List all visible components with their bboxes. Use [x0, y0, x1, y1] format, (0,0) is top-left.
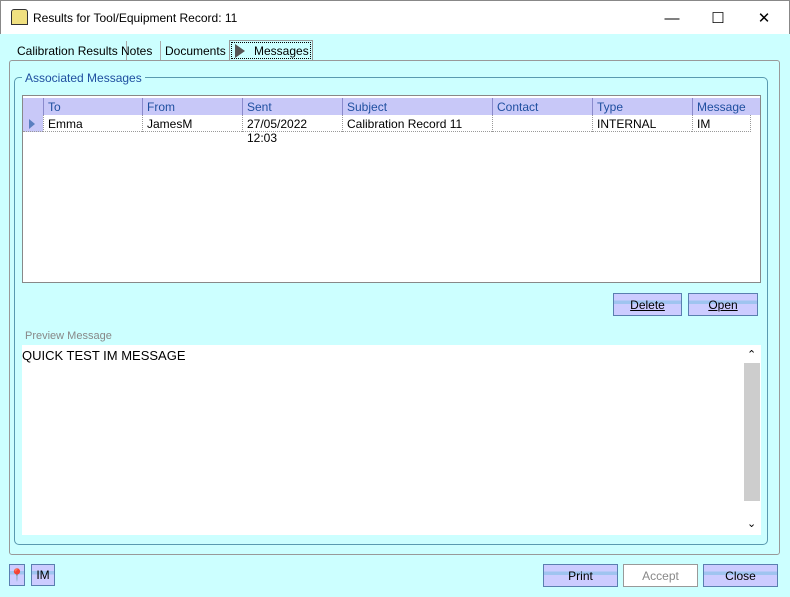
- table-cell-from[interactable]: JamesM: [142, 115, 242, 132]
- preview-message-label: Preview Message: [25, 330, 112, 342]
- scroll-down-icon[interactable]: ⌄: [747, 517, 756, 530]
- group-label: Associated Messages: [22, 71, 145, 85]
- pushpin-icon: 📍: [9, 568, 25, 582]
- column-header-subject[interactable]: Subject: [342, 98, 492, 115]
- accept-button[interactable]: Accept: [623, 564, 698, 587]
- tab-documents[interactable]: Documents: [157, 41, 235, 61]
- window-title: Results for Tool/Equipment Record: 11: [33, 11, 238, 25]
- close-button[interactable]: Close: [703, 564, 778, 587]
- tab-notes[interactable]: Notes: [113, 41, 162, 61]
- delete-button[interactable]: Delete: [613, 293, 682, 316]
- open-button[interactable]: Open: [688, 293, 758, 316]
- play-arrow-icon: [235, 44, 245, 58]
- app-icon: [11, 9, 28, 25]
- column-header-contact[interactable]: Contact: [492, 98, 592, 115]
- table-cell-type[interactable]: INTERNAL: [592, 115, 692, 132]
- table-cell-message[interactable]: IM: [692, 115, 751, 132]
- column-header-sent[interactable]: Sent: [242, 98, 342, 115]
- tab-calibration-results[interactable]: Calibration Results: [9, 41, 127, 61]
- maximize-button[interactable]: ☐: [695, 1, 741, 35]
- column-header-message[interactable]: Message: [692, 98, 760, 115]
- column-header-to[interactable]: To: [43, 98, 142, 115]
- print-button[interactable]: Print: [543, 564, 618, 587]
- row-header-corner: [23, 98, 43, 115]
- table-cell-to[interactable]: Emma: [43, 115, 142, 132]
- close-window-button[interactable]: ✕: [741, 1, 787, 35]
- scrollbar-thumb[interactable]: [744, 363, 760, 501]
- im-button[interactable]: IM: [31, 564, 55, 586]
- row-selector[interactable]: [23, 115, 43, 132]
- pin-button[interactable]: 📍: [9, 564, 25, 586]
- preview-message-textarea[interactable]: QUICK TEST IM MESSAGE ⌃ ⌄: [22, 345, 761, 535]
- scroll-up-icon[interactable]: ⌃: [747, 348, 756, 361]
- tab-messages[interactable]: Messages: [229, 40, 313, 61]
- column-header-from[interactable]: From: [142, 98, 242, 115]
- delete-label: Delete: [630, 297, 665, 312]
- preview-scrollbar[interactable]: ⌃ ⌄: [743, 345, 761, 535]
- table-cell-contact[interactable]: [492, 115, 592, 132]
- messages-grid: To From Sent Subject Contact Type Messag…: [22, 95, 761, 283]
- table-cell-sent[interactable]: 27/05/2022 12:03: [242, 115, 342, 145]
- tab-messages-label: Messages: [254, 44, 309, 58]
- table-cell-subject[interactable]: Calibration Record 11: [342, 115, 492, 132]
- minimize-button[interactable]: —: [649, 1, 695, 35]
- current-row-arrow-icon: [29, 119, 35, 129]
- open-label: Open: [708, 297, 738, 312]
- column-header-type[interactable]: Type: [592, 98, 692, 115]
- title-bar: Results for Tool/Equipment Record: 11 — …: [0, 0, 790, 34]
- preview-message-text: QUICK TEST IM MESSAGE: [22, 348, 186, 363]
